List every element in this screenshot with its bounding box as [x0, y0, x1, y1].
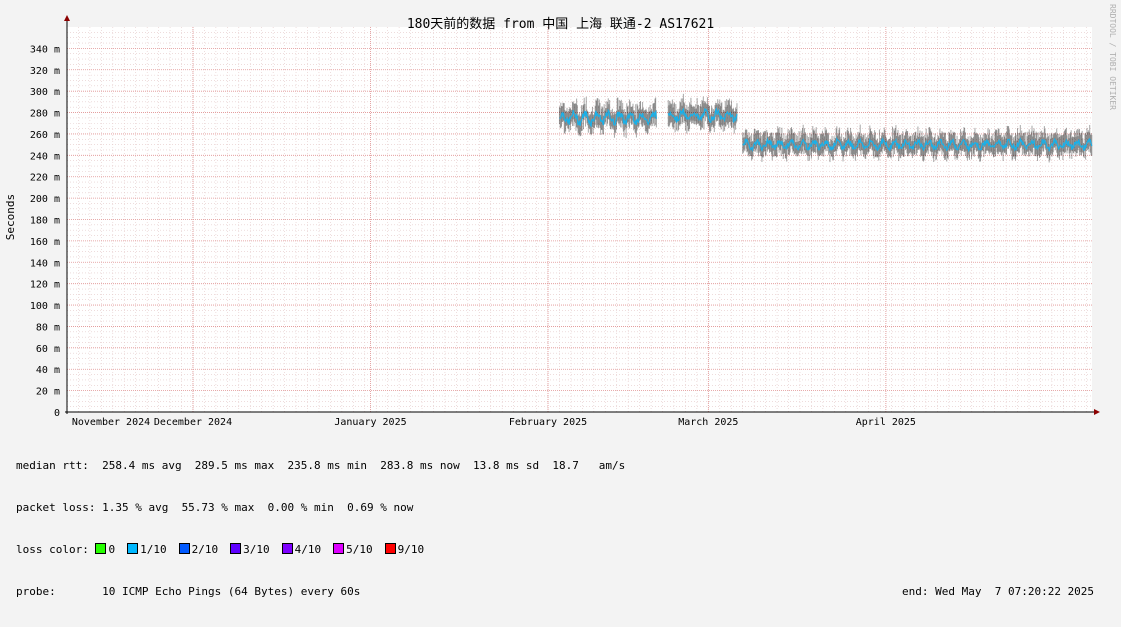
y-tick-label: 200 m — [30, 194, 60, 205]
y-tick-label: 100 m — [30, 301, 60, 312]
chart-canvas: 0 20 m 40 m 60 m 80 m 100 m 120 m 140 m 160 m 180… — [30, 15, 1100, 428]
loss-color-swatch — [178, 543, 190, 554]
loss-color-label: loss color: — [16, 543, 96, 556]
loss-color-label-text: 2/10 — [191, 543, 219, 556]
y-tick-label: 320 m — [30, 66, 60, 77]
y-tick-label: 220 m — [30, 173, 60, 184]
y-tick-label: 280 m — [30, 109, 60, 120]
x-axis-arrow — [1094, 409, 1100, 415]
smokeping-graph: 0 20 m 40 m 60 m 80 m 100 m 120 m 140 m 160 m 180… — [0, 0, 1121, 598]
x-tick-label: March 2025 — [678, 417, 738, 428]
y-tick-label: 180 m — [30, 216, 60, 227]
probe-line: probe: 10 ICMP Echo Pings (64 Bytes) eve… — [16, 585, 1094, 599]
loss-color-label-text: 4/10 — [294, 543, 322, 556]
median-rtt-line: median rtt: 258.4 ms avg 289.5 ms max 23… — [16, 459, 626, 472]
y-tick-label: 300 m — [30, 87, 60, 98]
y-tick-label: 340 m — [30, 44, 60, 55]
loss-color-item: 2/10 — [178, 543, 219, 556]
y-tick-label: 260 m — [30, 130, 60, 141]
rrdtool-watermark: RRDTOOL / TOBI OETIKER — [1108, 4, 1117, 110]
y-tick-label: 20 m — [36, 387, 60, 398]
y-axis-label: Seconds — [4, 193, 17, 241]
y-tick-label: 60 m — [36, 344, 60, 355]
x-tick-label: December 2024 — [154, 417, 232, 428]
loss-color-items: 0 1/10 2/10 3/10 4/10 5/10 9/10 — [95, 543, 436, 556]
y-tick-label: 160 m — [30, 237, 60, 248]
loss-color-swatch — [281, 543, 293, 554]
y-tick-label: 80 m — [36, 322, 60, 333]
x-tick-label: February 2025 — [509, 417, 587, 428]
loss-color-swatch — [333, 543, 345, 554]
end-time: end: Wed May 7 07:20:22 2025 — [902, 585, 1095, 598]
loss-color-label-text: 9/10 — [397, 543, 425, 556]
y-tick-label: 0 — [54, 408, 60, 419]
loss-color-swatch — [230, 543, 242, 554]
loss-color-item: 1/10 — [127, 543, 167, 556]
loss-color-swatch — [95, 543, 107, 554]
y-tick-label: 40 m — [36, 365, 60, 376]
loss-color-label-text: 1/10 — [140, 543, 167, 556]
loss-color-label-text: 0 — [108, 543, 116, 556]
loss-color-item: 9/10 — [384, 543, 425, 556]
loss-color-item: 3/10 — [230, 543, 270, 556]
loss-color-item: 4/10 — [281, 543, 322, 556]
loss-color-label-text: 3/10 — [243, 543, 270, 556]
loss-color-swatch — [384, 543, 396, 554]
y-tick-label: 120 m — [30, 280, 60, 291]
legend: median rtt: 258.4 ms avg 289.5 ms max 23… — [16, 431, 1094, 627]
loss-color-swatch — [127, 543, 139, 554]
loss-color-item: 0 — [95, 543, 115, 556]
loss-color-label-text: 5/10 — [346, 543, 373, 556]
chart-title: 180天前的数据 from 中国 上海 联通-2 AS17621 — [406, 17, 715, 32]
loss-color-item: 5/10 — [333, 543, 373, 556]
x-tick-label: April 2025 — [856, 417, 916, 428]
probe-text: probe: 10 ICMP Echo Pings (64 Bytes) eve… — [16, 585, 361, 598]
loss-color-line: loss color: 0 1/10 2/10 3/10 4/10 5/10 9/10 — [16, 543, 625, 557]
packet-loss-line: packet loss: 1.35 % avg 55.73 % max 0.00… — [16, 501, 414, 514]
x-tick-label: January 2025 — [334, 417, 406, 428]
y-tick-label: 140 m — [30, 258, 60, 269]
x-tick-label: November 2024 — [72, 417, 150, 428]
y-tick-label: 240 m — [30, 151, 60, 162]
